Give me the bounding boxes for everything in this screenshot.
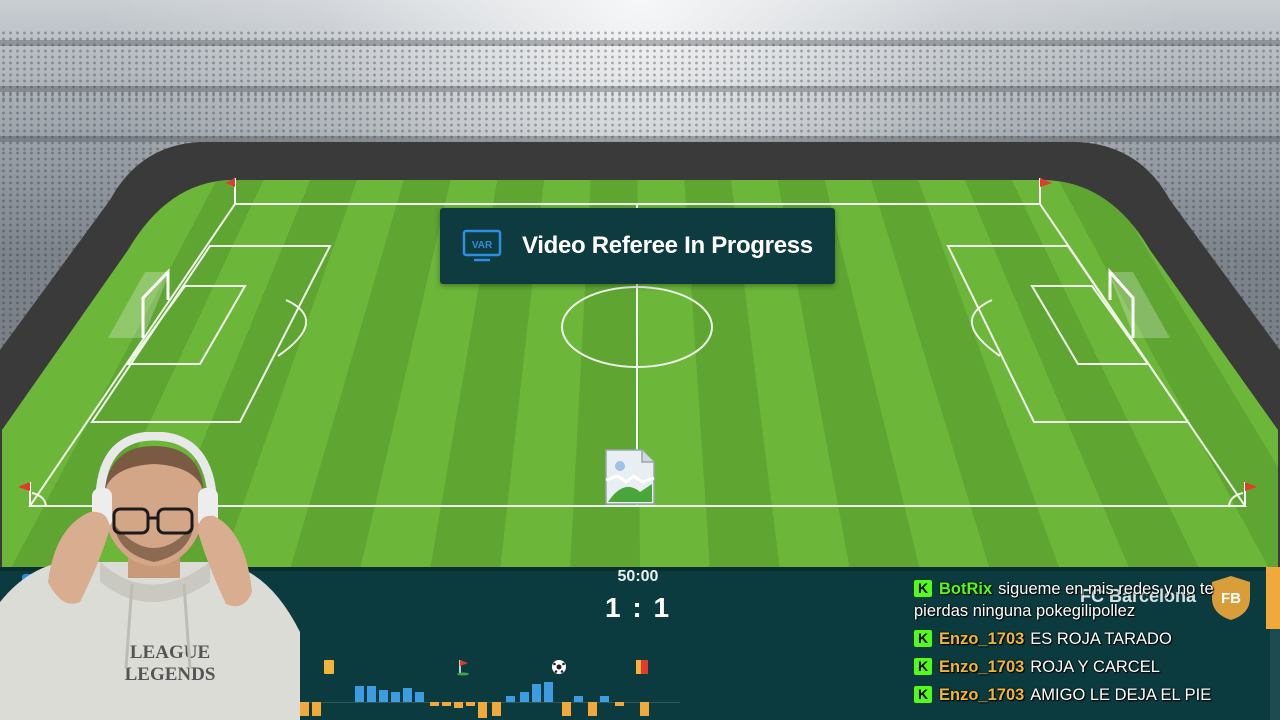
momentum-bars: [300, 682, 649, 718]
momentum-bar: [492, 702, 501, 716]
chat-message-text: ES ROJA TARADO: [1030, 630, 1172, 648]
var-icon-label: VAR: [472, 240, 493, 251]
momentum-bar: [300, 702, 309, 716]
momentum-bar: [544, 682, 553, 702]
kick-badge-icon: K: [914, 658, 932, 675]
momentum-bar: [562, 702, 571, 716]
momentum-bar: [355, 686, 364, 702]
momentum-bar: [588, 702, 597, 716]
goal-ball-icon: [551, 658, 566, 676]
kick-badge-icon: K: [914, 686, 932, 703]
stream-stage: VAR Video Referee In Progress 50:00 1 : …: [0, 0, 1280, 720]
momentum-bar: [312, 702, 321, 716]
chat-message: K BotRix sigueme en mis redes y no te pier…: [914, 578, 1264, 622]
corner-flag-icon: [456, 658, 470, 676]
chat-message-text: ROJA Y CARCEL: [1030, 658, 1160, 676]
momentum-bar: [615, 702, 624, 706]
momentum-bar: [415, 692, 424, 702]
chat-message: K Enzo_1703 AMIGO LE DEJA EL PIE: [914, 684, 1264, 706]
yellow-card-icon: [322, 658, 336, 676]
chat-overlay: K BotRix sigueme en mis redes y no te pier…: [914, 578, 1264, 712]
momentum-bar: [454, 702, 463, 708]
chat-message: K Enzo_1703 ES ROJA TARADO: [914, 628, 1264, 650]
match-clock: 50:00: [617, 568, 659, 585]
momentum-bar: [466, 702, 475, 706]
away-color-strip: [1266, 567, 1280, 629]
momentum-bar: [600, 696, 609, 702]
chat-message-text: AMIGO LE DEJA EL PIE: [1030, 686, 1212, 704]
momentum-bar: [574, 696, 583, 702]
svg-text:LEGENDS: LEGENDS: [125, 664, 216, 685]
chat-username[interactable]: Enzo_1703: [939, 686, 1024, 704]
momentum-bar: [506, 696, 515, 702]
chat-username[interactable]: BotRix: [939, 580, 992, 598]
yellow-red-card-icon: [636, 658, 650, 676]
momentum-bar: [532, 684, 541, 702]
momentum-bar: [391, 692, 400, 702]
chat-username[interactable]: Enzo_1703: [939, 630, 1024, 648]
momentum-bar: [520, 692, 529, 702]
chat-message: K Enzo_1703 ROJA Y CARCEL: [914, 656, 1264, 678]
broken-image-icon: [605, 449, 655, 505]
streamer-webcam: LEAGUE LEGENDS: [0, 432, 300, 720]
momentum-bar: [640, 702, 649, 716]
svg-text:LEAGUE: LEAGUE: [130, 642, 210, 663]
kick-badge-icon: K: [914, 580, 932, 597]
var-banner: VAR Video Referee In Progress: [440, 208, 835, 284]
momentum-bar: [478, 702, 487, 718]
momentum-bar: [379, 690, 388, 702]
match-score: 1 : 1: [604, 592, 672, 623]
momentum-bar: [430, 702, 439, 706]
kick-badge-icon: K: [914, 630, 932, 647]
momentum-bar: [442, 702, 451, 706]
var-status-text: Video Referee In Progress: [522, 232, 813, 259]
momentum-bar: [403, 688, 412, 702]
momentum-bar: [367, 686, 376, 702]
var-monitor-icon: VAR: [462, 229, 502, 262]
chat-username[interactable]: Enzo_1703: [939, 658, 1024, 676]
